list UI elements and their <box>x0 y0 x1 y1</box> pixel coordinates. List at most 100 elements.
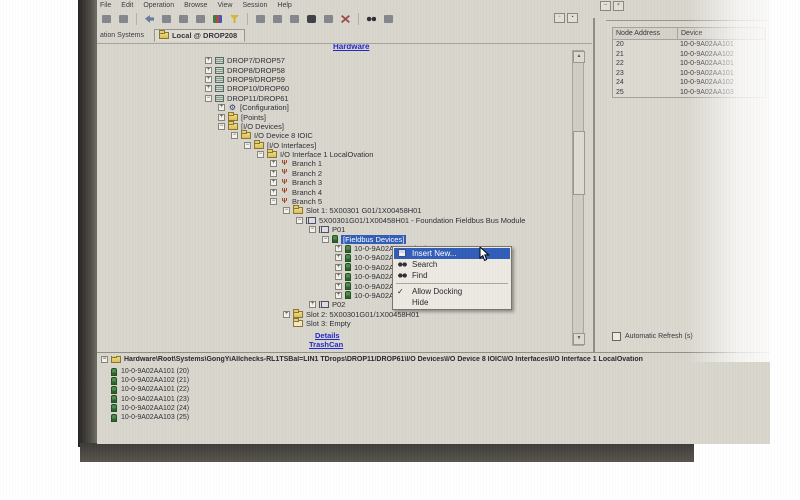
tree-item-branch-3[interactable]: +ΨBranch 3 <box>97 178 593 187</box>
tree-item-10-0-9a02aa102-24[interactable]: +10-0-9A02AA102 (24) <box>97 281 593 290</box>
expand-icon[interactable]: + <box>218 104 225 111</box>
collapse-icon[interactable]: − <box>257 151 264 158</box>
print-icon[interactable] <box>100 13 113 25</box>
collapse-icon[interactable]: − <box>322 236 329 243</box>
expand-icon[interactable]: + <box>270 179 277 186</box>
tree-item-i-o-device-8-ioic[interactable]: −I/O Device 8 IOIC <box>97 131 593 140</box>
tree-item-10-0-9a02aa103-25[interactable]: +10-0-9A02AA103 (25) <box>97 291 593 300</box>
expand-icon[interactable]: + <box>335 245 342 252</box>
tree-item-branch-1[interactable]: +ΨBranch 1 <box>97 159 593 168</box>
tree-item-branch-4[interactable]: +ΨBranch 4 <box>97 187 593 196</box>
tree-item-drop7-drop57[interactable]: +DROP7/DROP57 <box>97 56 593 65</box>
table-row[interactable]: 2310-0-9A02AA101 <box>613 69 765 79</box>
expand-icon[interactable]: + <box>283 311 290 318</box>
tree-item-drop9-drop59[interactable]: +DROP9/DROP59 <box>97 75 593 84</box>
report-icon[interactable] <box>322 13 335 25</box>
collapse-icon[interactable]: − <box>205 95 212 102</box>
copy-icon[interactable] <box>177 13 190 25</box>
tree-item-p01[interactable]: −P01 <box>97 225 593 234</box>
binoculars-icon[interactable] <box>365 13 378 25</box>
tree-item-i-o-devices[interactable]: −[I/O Devices] <box>97 122 593 131</box>
table-row[interactable]: 2510-0-9A02AA103 <box>613 88 765 98</box>
result-item[interactable]: 10-0-9A02AA101 (23) <box>111 395 189 404</box>
result-item[interactable]: 10-0-9A02AA103 (25) <box>111 413 189 422</box>
tree-item-slot-3-empty[interactable]: Slot 3: Empty <box>97 319 593 328</box>
trashcan-link[interactable]: TrashCan <box>309 340 343 349</box>
menu-view[interactable]: View <box>217 2 232 9</box>
menu-operation[interactable]: Operation <box>143 2 174 9</box>
result-item[interactable]: 10-0-9A02AA102 (21) <box>111 376 189 385</box>
column-header-device[interactable]: Device <box>678 28 765 39</box>
details-link[interactable]: Details <box>315 331 340 340</box>
expand-icon[interactable]: + <box>205 76 212 83</box>
expand-icon[interactable]: + <box>335 264 342 271</box>
result-item[interactable]: 10-0-9A02AA101 (20) <box>111 367 189 376</box>
tree-item-drop8-drop58[interactable]: +DROP8/DROP58 <box>97 65 593 74</box>
close-icon[interactable]: × <box>613 1 624 11</box>
expand-icon[interactable]: + <box>335 273 342 280</box>
save-icon[interactable] <box>117 13 130 25</box>
expand-icon[interactable]: + <box>309 301 316 308</box>
context-menu-item-find[interactable]: Find <box>394 270 510 281</box>
context-menu-item-allow-docking[interactable]: ✓Allow Docking <box>394 286 510 297</box>
maximize-icon[interactable]: ▪ <box>567 13 578 23</box>
tree-item-drop11-drop61[interactable]: −DROP11/DROP61 <box>97 94 593 103</box>
collapse-icon[interactable]: − <box>218 123 225 130</box>
menu-browse[interactable]: Browse <box>184 2 207 9</box>
menu-help[interactable]: Help <box>277 2 291 9</box>
tree-item-10-0-9a02aa101-22[interactable]: +10-0-9A02AA101 (22) <box>97 263 593 272</box>
expand-icon[interactable]: + <box>205 85 212 92</box>
image-icon[interactable] <box>211 13 224 25</box>
expand-icon[interactable]: + <box>335 254 342 261</box>
tree-item-10-0-9a02aa101-20[interactable]: +10-0-9A02AA101 (20) <box>97 244 593 253</box>
menu-file[interactable]: File <box>100 2 111 9</box>
context-menu-item-insert-new[interactable]: Insert New... <box>394 248 510 259</box>
scrollbar-thumb[interactable] <box>573 131 585 195</box>
tree-item-configuration[interactable]: +⚙[Configuration] <box>97 103 593 112</box>
menu-edit[interactable]: Edit <box>121 2 133 9</box>
expand-icon[interactable]: + <box>218 114 225 121</box>
expand-icon[interactable]: + <box>205 67 212 74</box>
expand-icon[interactable]: + <box>270 160 277 167</box>
context-menu-item-hide[interactable]: Hide <box>394 297 510 308</box>
tree-item-branch-5[interactable]: −ΨBranch 5 <box>97 197 593 206</box>
tree-item-points[interactable]: +[Points] <box>97 112 593 121</box>
pane-divider[interactable] <box>593 18 595 352</box>
table-row[interactable]: 2110-0-9A02AA102 <box>613 50 765 60</box>
tree-item-10-0-9a02aa101-23[interactable]: +10-0-9A02AA101 (23) <box>97 272 593 281</box>
pan-icon[interactable] <box>382 13 395 25</box>
expand-icon[interactable]: + <box>205 57 212 64</box>
paste-special-icon[interactable] <box>288 13 301 25</box>
tree-item-branch-2[interactable]: +ΨBranch 2 <box>97 169 593 178</box>
tree-item-drop10-drop60[interactable]: +DROP10/DROP60 <box>97 84 593 93</box>
tree-item-10-0-9a02aa102-21[interactable]: +10-0-9A02AA102 (21) <box>97 253 593 262</box>
result-item[interactable]: 10-0-9A02AA101 (22) <box>111 385 189 394</box>
table-row[interactable]: 2210-0-9A02AA101 <box>613 59 765 69</box>
collapse-icon[interactable]: − <box>244 142 251 149</box>
restore-icon[interactable]: ▫ <box>554 13 565 23</box>
collapse-icon[interactable]: − <box>296 217 303 224</box>
tree-item-5x00301g01-1x00458h01-foundation-fieldbus-bus-module[interactable]: −5X00301G01/1X00458H01 - Foundation Fiel… <box>97 216 593 225</box>
context-menu-item-search[interactable]: Search <box>394 259 510 270</box>
delete-icon[interactable] <box>339 13 352 25</box>
tab-local-drop[interactable]: Local @ DROP208 <box>154 29 245 42</box>
tree-item-p02[interactable]: +P02 <box>97 300 593 309</box>
open-icon[interactable] <box>254 13 267 25</box>
tree-item-i-o-interface-1-localovation[interactable]: −I/O Interface 1 LocalOvation <box>97 150 593 159</box>
expand-icon[interactable]: + <box>270 189 277 196</box>
new-folder-icon[interactable] <box>271 13 284 25</box>
paste-icon[interactable] <box>194 13 207 25</box>
scroll-down-icon[interactable]: ▼ <box>573 333 585 345</box>
expand-icon[interactable]: + <box>335 292 342 299</box>
undo-icon[interactable] <box>143 13 156 25</box>
collapse-icon[interactable]: − <box>270 198 277 205</box>
table-row[interactable]: 2010-0-9A02AA101 <box>613 40 765 50</box>
auto-refresh-checkbox[interactable] <box>612 332 621 341</box>
tree-item-i-o-interfaces[interactable]: −[I/O Interfaces] <box>97 141 593 150</box>
expand-icon[interactable]: + <box>270 170 277 177</box>
column-header-node-address[interactable]: Node Address <box>613 28 678 39</box>
table-row[interactable]: 2410-0-9A02AA102 <box>613 78 765 88</box>
result-item[interactable]: 10-0-9A02AA102 (24) <box>111 404 189 413</box>
filter-icon[interactable] <box>228 13 241 25</box>
tree-item-slot-1-5x00301-g01-1x00458h01[interactable]: −Slot 1: 5X00301 G01/1X00458H01 <box>97 206 593 215</box>
